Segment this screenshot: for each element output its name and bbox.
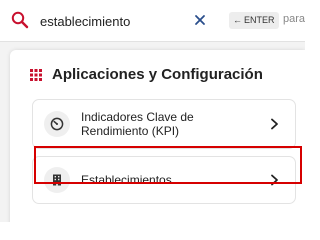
search-input[interactable] — [40, 11, 185, 31]
result-item-establecimientos[interactable]: Establecimientos — [32, 156, 296, 204]
section-title: Aplicaciones y Configuración — [52, 66, 263, 83]
building-icon — [53, 174, 61, 186]
gauge-icon — [50, 117, 64, 131]
chevron-right-icon — [271, 174, 278, 186]
enter-key-hint: ← ENTER — [229, 12, 279, 29]
result-item-kpi[interactable]: Indicadores Clave de Rendimiento (KPI) — [32, 99, 296, 149]
search-bar: ←ENTER para — [0, 0, 305, 42]
chevron-right-icon — [271, 118, 278, 130]
apps-grid-icon — [30, 69, 42, 81]
building-icon-badge — [44, 167, 70, 193]
enter-arrow-icon: ← — [233, 15, 242, 25]
gauge-icon-badge — [44, 111, 70, 137]
enter-key-label: ENTER — [244, 15, 275, 25]
clear-search-icon[interactable] — [193, 13, 207, 27]
enter-hint-suffix: para — [283, 13, 305, 25]
search-results-view: ←ENTER para Aplicaciones y Configuración… — [0, 0, 305, 222]
search-icon — [11, 11, 29, 29]
result-item-label: Establecimientos — [81, 173, 172, 187]
result-item-label: Indicadores Clave de Rendimiento (KPI) — [81, 110, 194, 138]
